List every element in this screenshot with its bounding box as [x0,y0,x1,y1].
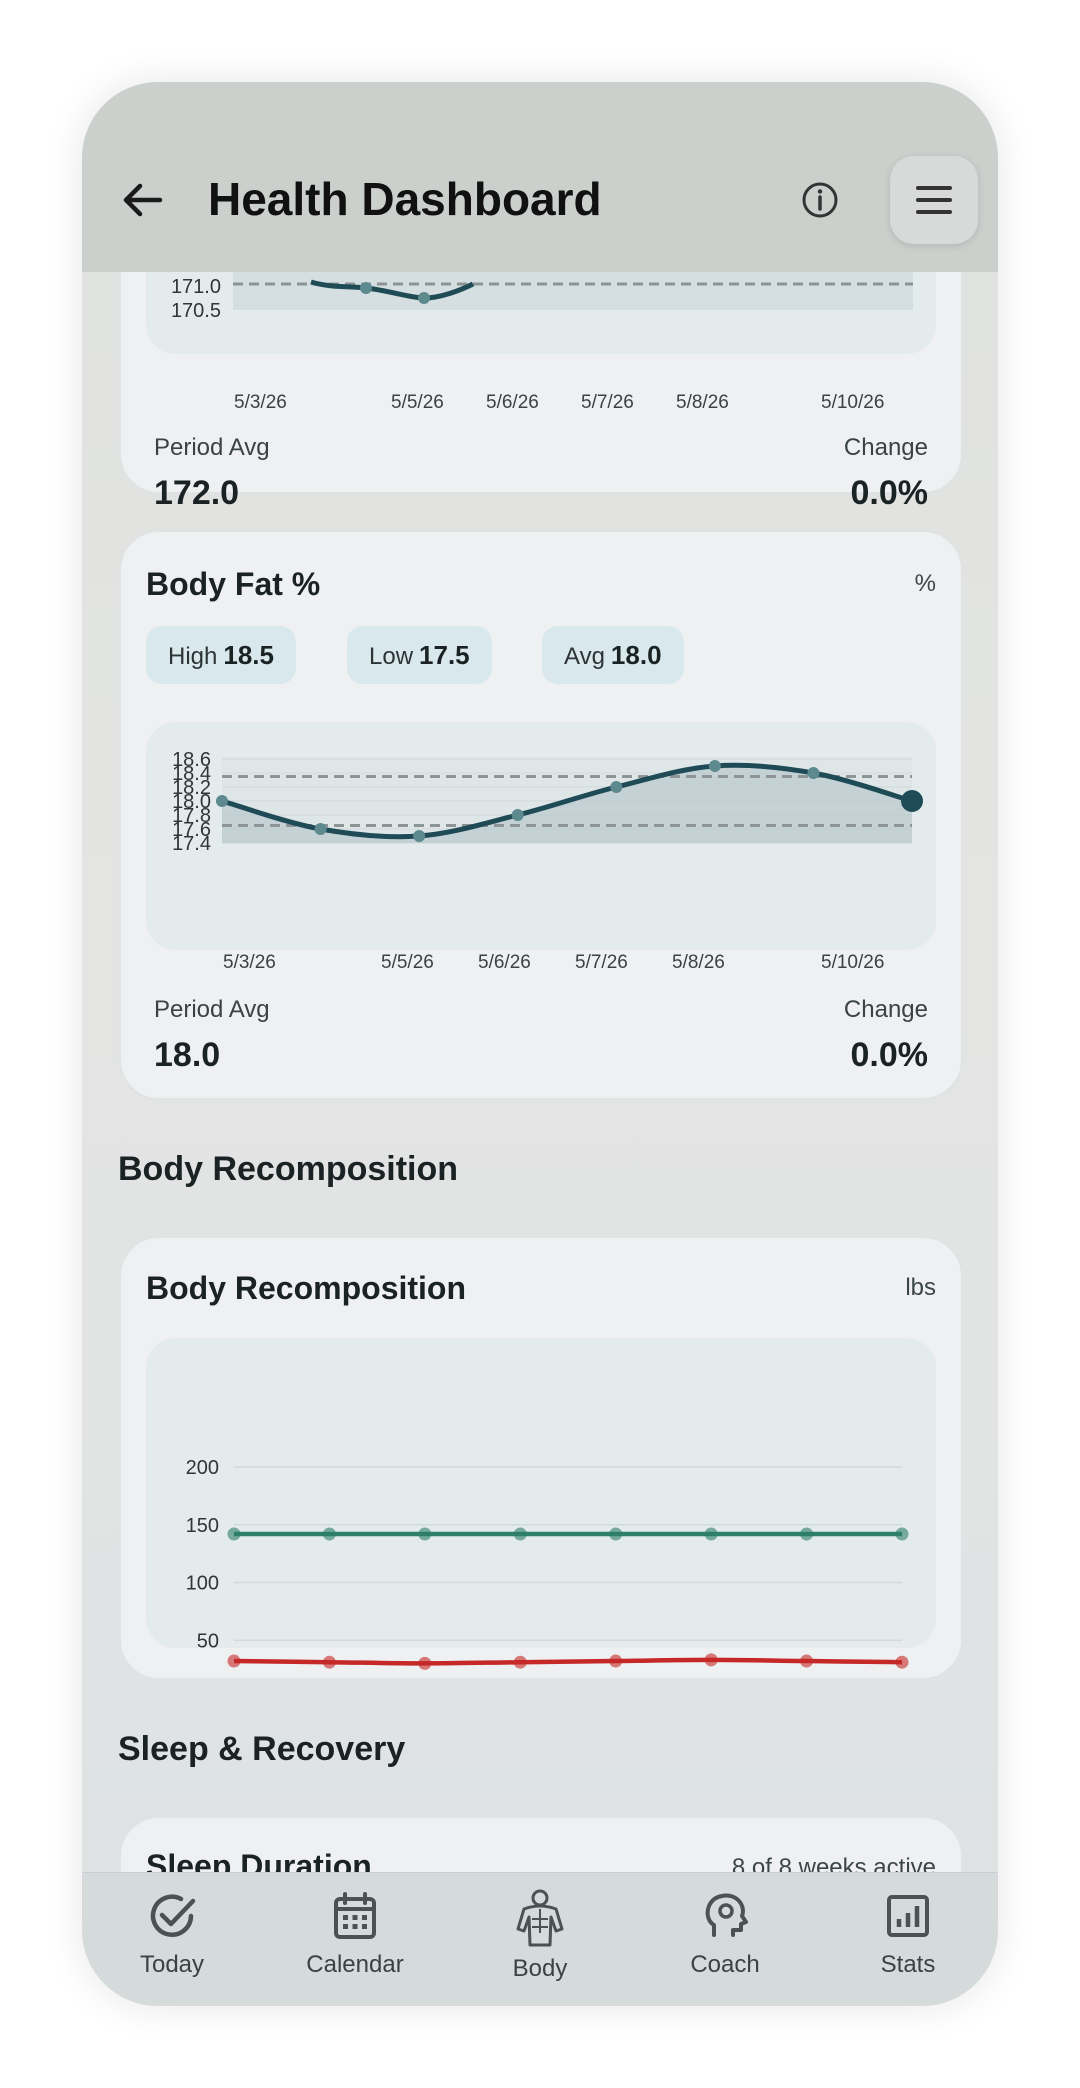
bottom-navigation: Today Calendar Body Coach Stats [82,1872,998,2006]
sleep-duration-card[interactable]: Sleep Duration 8 of 8 weeks active [119,1816,963,1872]
data-point [708,760,721,772]
data-point [895,1655,909,1669]
period-avg-value: 18.0 [154,1036,221,1074]
data-point [227,1654,241,1668]
data-point [413,830,426,842]
y-tick-label: 50 [197,1630,219,1652]
section-title-sleep: Sleep & Recovery [118,1730,406,1768]
data-point [418,1656,432,1670]
bf-date-label: 5/10/26 [821,952,885,973]
data-point [800,1527,814,1541]
nav-today[interactable]: Today [92,1889,252,1979]
nav-label: Coach [690,1951,760,1978]
data-point [314,823,327,835]
recomposition-chart: 200150100500 [186,1457,909,1670]
bf-date-label: 5/3/26 [223,952,276,973]
info-icon[interactable] [800,180,840,220]
y-tick-label: 200 [186,1457,219,1479]
y-tick-label: 150 [186,1515,219,1537]
data-point [513,1527,527,1541]
y-tick-label: 100 [186,1573,219,1595]
change-value: 0.0% [850,474,929,512]
data-point [511,809,524,821]
change-label: Change [843,996,928,1023]
weight-date-label: 5/5/26 [391,392,444,413]
recomposition-card[interactable]: Body Recomposition lbs 200150100500 [119,1236,963,1680]
data-point [704,1527,718,1541]
data-point [610,781,623,793]
data-point [513,1655,527,1669]
data-point [322,1527,336,1541]
period-avg-label: Period Avg [154,996,270,1023]
weight-date-label: 5/3/26 [234,392,287,413]
bf-date-label: 5/7/26 [575,952,628,973]
body-icon [516,1889,564,1947]
data-point [322,1655,336,1669]
data-point [609,1654,623,1668]
back-arrow-icon[interactable] [120,178,164,222]
coach-head-icon [705,1893,748,1937]
data-point [807,767,820,779]
nav-label: Today [139,1951,205,1978]
card-title: Sleep Duration [146,1848,372,1872]
phone-frame: 171.0 170.5 5/3/26 5/5/26 5/6/26 5/7/26 … [82,82,998,2006]
weight-y-tick: 170.5 [171,300,221,322]
data-point [704,1653,718,1667]
y-tick-label: 17.4 [172,833,211,855]
data-point [418,1527,432,1541]
data-point [216,795,228,807]
nav-label: Stats [880,1951,936,1978]
nav-calendar[interactable]: Calendar [275,1889,435,1979]
data-point [227,1527,241,1541]
bf-date-label: 5/8/26 [672,952,725,973]
stats-icon [887,1895,929,1937]
period-avg-value: 172.0 [154,474,240,512]
data-point [800,1654,814,1668]
period-avg-label: Period Avg [154,434,270,461]
scroll-content[interactable]: 171.0 170.5 5/3/26 5/5/26 5/6/26 5/7/26 … [82,82,998,1872]
change-value: 0.0% [850,1036,929,1074]
menu-button[interactable] [890,156,978,244]
check-circle-icon [150,1894,196,1937]
calendar-icon [334,1892,376,1939]
nav-label: Body [512,1955,568,1982]
change-label: Change [843,434,928,461]
weight-date-label: 5/10/26 [821,392,885,413]
data-point [895,1527,909,1541]
nav-coach[interactable]: Coach [645,1889,805,1979]
hamburger-menu-icon [916,186,952,214]
page-title: Health Dashboard [208,173,602,225]
data-point [901,790,923,812]
weight-date-label: 5/7/26 [581,392,634,413]
nav-body[interactable]: Body [460,1889,620,1983]
section-title-recomposition: Body Recomposition [118,1150,459,1188]
bf-date-label: 5/5/26 [381,952,434,973]
nav-label: Calendar [306,1951,404,1978]
body-fat-card[interactable]: Body Fat % % High 18.5 Low 17.5 Avg 18.0 18… [119,530,963,1100]
app-bar: Health Dashboard [82,82,998,272]
weight-date-label: 5/8/26 [676,392,729,413]
bf-date-label: 5/6/26 [478,952,531,973]
card-meta: 8 of 8 weeks active [731,1854,936,1872]
weight-y-tick: 171.0 [171,276,221,298]
weight-date-label: 5/6/26 [486,392,539,413]
data-point [609,1527,623,1541]
nav-stats[interactable]: Stats [828,1889,988,1979]
